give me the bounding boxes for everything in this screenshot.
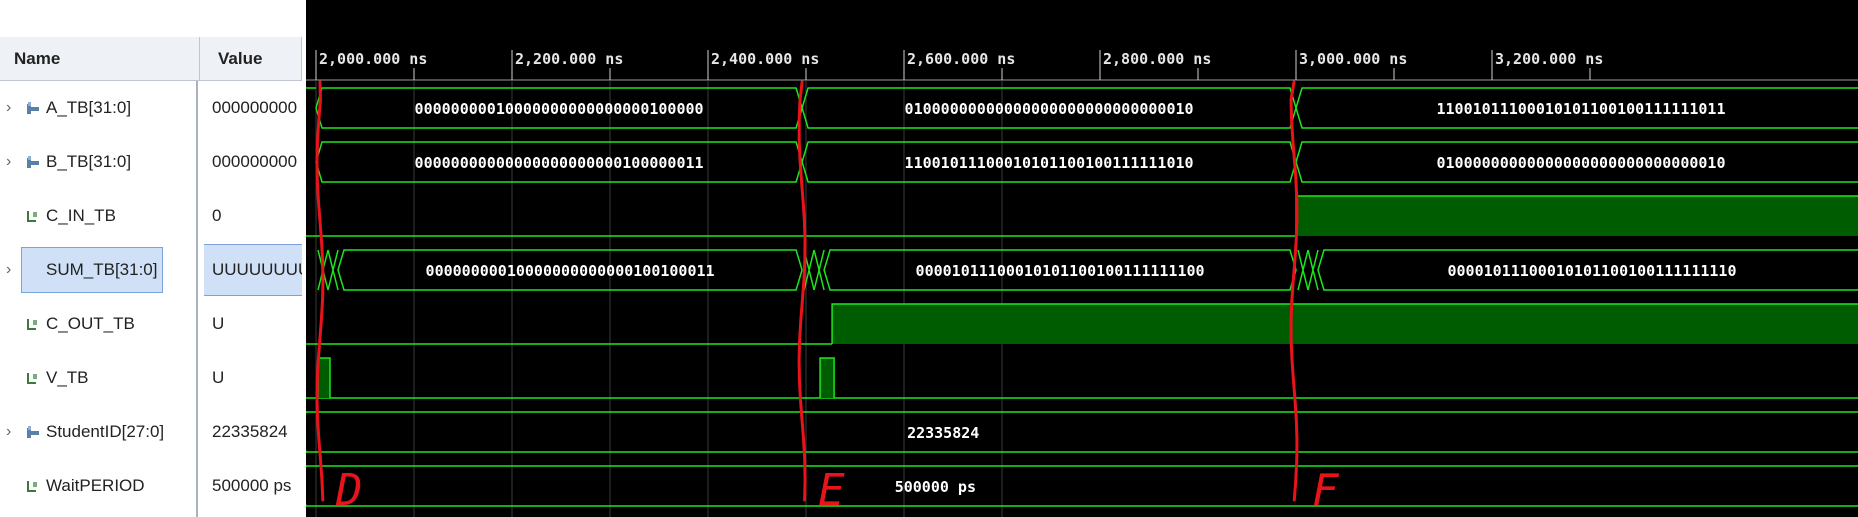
bit-pulse-fill (820, 358, 835, 398)
glitch-transition (1307, 249, 1319, 291)
signal-value: U (212, 314, 225, 333)
signal-name: V_TB (46, 368, 89, 387)
signal-value-cell[interactable]: 000000000 (204, 137, 302, 187)
bus-value-label: 00000000010000000000000000100000 (415, 100, 704, 118)
signal-name: SUM_TB[31:0] (21, 247, 163, 293)
annotation-label: F (1312, 465, 1340, 516)
bus-value-label: 11001011100010101100100111111010 (905, 154, 1194, 172)
bus-value-label: 01000000000000000000000000000010 (905, 100, 1194, 118)
signal-value: U (212, 368, 225, 387)
signal-row[interactable]: C_IN_TB (0, 191, 196, 241)
ruler-tick-label: 2,000.000 ns (319, 50, 427, 68)
ruler-tick-label: 2,600.000 ns (907, 50, 1015, 68)
bus-value-label: 22335824 (907, 424, 979, 442)
bus-signal-icon (27, 156, 39, 168)
bit-pulse-fill (318, 358, 330, 398)
signal-name: B_TB[31:0] (46, 152, 132, 171)
bus-value-label: 00001011100010101100100111111100 (916, 262, 1205, 280)
chevron-right-icon[interactable]: › (6, 261, 11, 279)
signal-value: 22335824 (212, 422, 288, 441)
bit-signal-icon (27, 481, 37, 492)
signal-name: WaitPERIOD (46, 476, 145, 495)
signal-name: C_IN_TB (46, 206, 116, 225)
waveform-viewer[interactable]: 2,000.000 ns 2,200.000 ns 2,400.000 ns 2,60… (306, 0, 1858, 517)
signal-value: 000000000 (212, 98, 298, 117)
signal-row[interactable]: › StudentID[27:0] (0, 407, 196, 457)
name-column-header[interactable]: Name (0, 37, 200, 81)
chevron-right-icon[interactable]: › (6, 423, 11, 441)
annotation-marker-line (315, 80, 325, 502)
annotation-label: D (335, 465, 363, 516)
signal-row[interactable]: V_TB (0, 353, 196, 403)
signal-value: 0 (212, 206, 222, 225)
chevron-right-icon[interactable]: › (6, 99, 11, 117)
signal-value-cell[interactable]: 0 (204, 191, 302, 241)
bus-value-label: 01000000000000000000000000000010 (1437, 154, 1726, 172)
name-column-label: Name (14, 48, 61, 68)
bus-segment (306, 411, 1858, 453)
bus-signal-icon (27, 426, 39, 438)
signal-value-cell[interactable]: 500000 ps (204, 461, 302, 511)
signal-value-cell[interactable]: UUUUUUUU (204, 244, 302, 296)
glitch-transition (1297, 249, 1309, 291)
signal-value: UUUUUUUU (212, 260, 302, 279)
name-column: › A_TB[31:0] › B_TB[31:0] C_IN_TB › SUM_TB[31:… (0, 81, 198, 517)
value-column-header[interactable]: Value (200, 37, 302, 81)
ruler-tick-label: 3,200.000 ns (1495, 50, 1603, 68)
annotation-marker-line (797, 80, 807, 502)
glitch-transition (813, 249, 825, 291)
bus-value-label: 00001011100010101100100111111110 (1448, 262, 1737, 280)
bus-signal-icon (27, 102, 39, 114)
signal-list-panel: Name Value › A_TB[31:0] › B_TB[31:0] C_IN_TB… (0, 0, 302, 517)
signal-row[interactable]: › A_TB[31:0] (0, 83, 196, 133)
signal-row[interactable]: C_OUT_TB (0, 299, 196, 349)
bus-value-label: 11001011100010101100100111111011 (1437, 100, 1726, 118)
bit-wave-high-fill (1296, 196, 1858, 236)
ruler-tick-label: 2,800.000 ns (1103, 50, 1211, 68)
signal-value: 500000 ps (212, 476, 292, 495)
annotation-label: E (818, 465, 845, 516)
bus-segment (306, 465, 1858, 507)
signal-value: 000000000 (212, 152, 298, 171)
value-column: 000000000 000000000 0 UUUUUUUU U U 22335824 500… (204, 81, 302, 517)
signal-name: C_OUT_TB (46, 314, 135, 333)
glitch-transition (327, 249, 339, 291)
bit-signal-icon (27, 211, 37, 222)
chevron-right-icon[interactable]: › (6, 153, 11, 171)
ruler-tick-label: 3,000.000 ns (1299, 50, 1407, 68)
ruler-tick-label: 2,200.000 ns (515, 50, 623, 68)
signal-row[interactable]: WaitPERIOD (0, 461, 196, 511)
bit-wave-high-fill (832, 304, 1858, 344)
bus-value-label: 500000 ps (895, 478, 976, 496)
signal-value-cell[interactable]: U (204, 353, 302, 403)
bit-signal-icon (27, 373, 37, 384)
value-column-label: Value (218, 48, 263, 68)
signal-value-cell[interactable]: 22335824 (204, 407, 302, 457)
bus-value-label: 00000000000000000000000100000011 (415, 154, 704, 172)
bus-value-label: 00000000010000000000000100100011 (426, 262, 715, 280)
signal-value-cell[interactable]: U (204, 299, 302, 349)
signal-name: StudentID[27:0] (46, 422, 165, 441)
signal-row[interactable]: › SUM_TB[31:0] (0, 245, 196, 295)
ruler-tick-label: 2,400.000 ns (711, 50, 819, 68)
signal-row[interactable]: › B_TB[31:0] (0, 137, 196, 187)
signal-name: A_TB[31:0] (46, 98, 132, 117)
bit-signal-icon (27, 319, 37, 330)
signal-value-cell[interactable]: 000000000 (204, 83, 302, 133)
annotation-marker-line (1289, 80, 1299, 502)
